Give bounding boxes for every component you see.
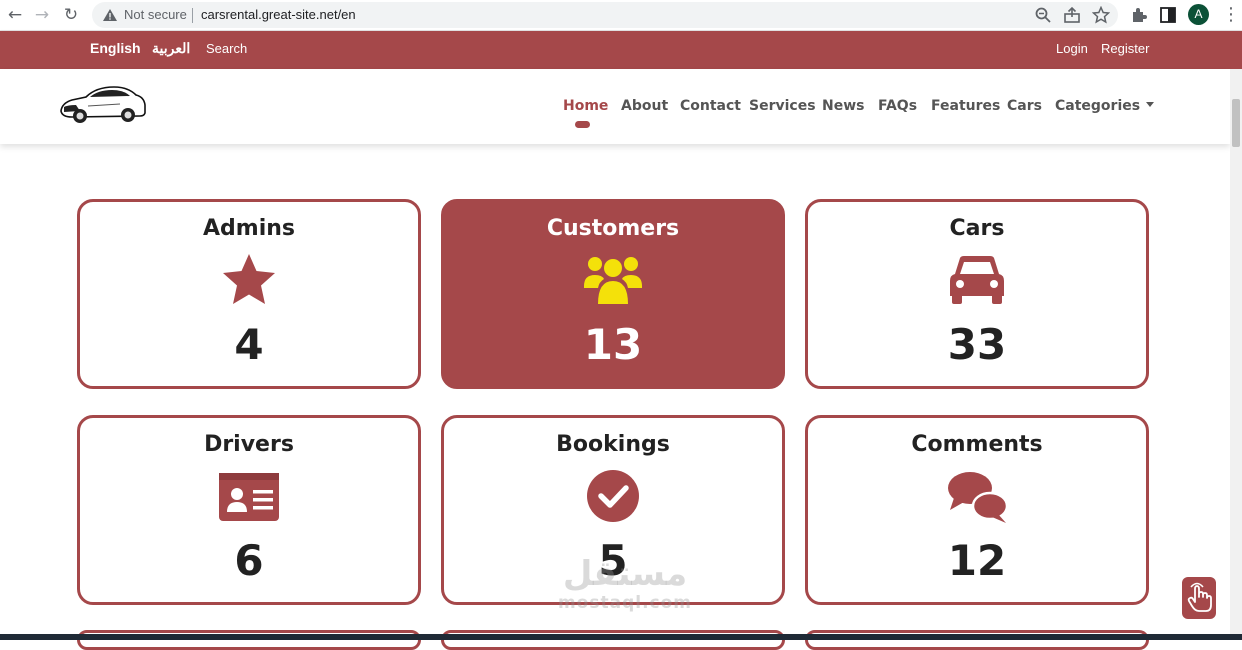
share-icon[interactable] xyxy=(1063,6,1081,24)
login-link[interactable]: Login xyxy=(1056,41,1088,56)
security-label[interactable]: Not secure xyxy=(124,7,187,22)
extensions-icon[interactable] xyxy=(1129,5,1149,25)
scrollbar-thumb[interactable] xyxy=(1232,99,1240,147)
stat-title: Cars xyxy=(949,216,1005,241)
zoom-icon[interactable] xyxy=(1034,6,1052,24)
car-icon xyxy=(950,256,1004,304)
stat-card-cars[interactable]: Cars 33 xyxy=(805,199,1149,389)
nav-contact[interactable]: Contact xyxy=(680,98,741,114)
stat-card-partial[interactable] xyxy=(77,630,421,650)
stat-value: 6 xyxy=(234,536,264,585)
stat-card-drivers[interactable]: Drivers 6 xyxy=(77,415,421,605)
watermark: مستقل mostaql.com xyxy=(545,555,705,613)
nav-about[interactable]: About xyxy=(621,98,668,114)
nav-features[interactable]: Features xyxy=(931,98,1000,114)
stat-card-partial[interactable] xyxy=(805,630,1149,650)
site-topbar: English العربية Search Login Register xyxy=(0,31,1242,69)
page-scrollbar[interactable] xyxy=(1230,69,1242,634)
id-card-icon xyxy=(219,473,279,521)
reload-icon[interactable]: ↻ xyxy=(60,4,82,26)
nav-categories-label: Categories xyxy=(1055,98,1141,114)
language-arabic-link[interactable]: العربية xyxy=(152,40,190,57)
back-arrow-icon[interactable]: ← xyxy=(4,4,26,26)
stat-card-partial[interactable] xyxy=(441,630,785,650)
watermark-arabic: مستقل xyxy=(562,554,688,594)
profile-avatar[interactable]: A xyxy=(1188,4,1209,25)
car-logo[interactable] xyxy=(58,81,148,129)
search-link[interactable]: Search xyxy=(206,41,247,56)
bookmark-star-icon[interactable] xyxy=(1092,6,1110,24)
stat-title: Bookings xyxy=(556,432,670,457)
stat-value: 33 xyxy=(947,320,1007,369)
stat-title: Admins xyxy=(203,216,295,241)
users-icon xyxy=(584,257,642,304)
browser-toolbar: ← → ↻ Not secure carsrental.great-site.n… xyxy=(0,0,1242,31)
address-bar[interactable]: Not secure carsrental.great-site.net/en xyxy=(92,2,1118,28)
nav-faqs[interactable]: FAQs xyxy=(878,98,917,114)
stat-value: 4 xyxy=(234,320,264,369)
active-indicator xyxy=(575,121,590,128)
stat-card-customers[interactable]: Customers 13 xyxy=(441,199,785,389)
check-circle-icon xyxy=(587,470,639,522)
nav-categories-dropdown[interactable]: Categories xyxy=(1055,98,1155,114)
url-text[interactable]: carsrental.great-site.net/en xyxy=(201,7,356,22)
language-english-link[interactable]: English xyxy=(90,40,141,56)
main-navbar: Home About Contact Services News FAQs Fe… xyxy=(0,69,1230,144)
stat-title: Drivers xyxy=(204,432,294,457)
nav-cars[interactable]: Cars xyxy=(1007,98,1042,114)
star-icon xyxy=(223,254,275,304)
caret-down-icon xyxy=(1146,101,1155,107)
stat-title: Customers xyxy=(546,216,680,241)
side-panel-icon[interactable] xyxy=(1158,5,1178,25)
stat-card-admins[interactable]: Admins 4 xyxy=(77,199,421,389)
forward-arrow-icon[interactable]: → xyxy=(31,4,53,26)
watermark-latin: mostaql.com xyxy=(557,593,693,613)
nav-news[interactable]: News xyxy=(822,98,864,114)
warning-icon xyxy=(103,9,117,21)
floating-action-button[interactable] xyxy=(1182,577,1216,619)
stat-value: 13 xyxy=(583,320,643,369)
menu-kebab-icon[interactable]: ⋮ xyxy=(1222,5,1240,25)
register-link[interactable]: Register xyxy=(1101,41,1149,56)
nav-home[interactable]: Home xyxy=(563,98,608,114)
stat-card-comments[interactable]: Comments 12 xyxy=(805,415,1149,605)
nav-services[interactable]: Services xyxy=(749,98,816,114)
hand-pointer-icon xyxy=(1187,582,1212,612)
stat-title: Comments xyxy=(911,432,1043,457)
os-taskbar xyxy=(0,634,1242,640)
stat-value: 12 xyxy=(947,536,1007,585)
comments-icon xyxy=(948,472,1008,523)
divider xyxy=(192,8,193,23)
